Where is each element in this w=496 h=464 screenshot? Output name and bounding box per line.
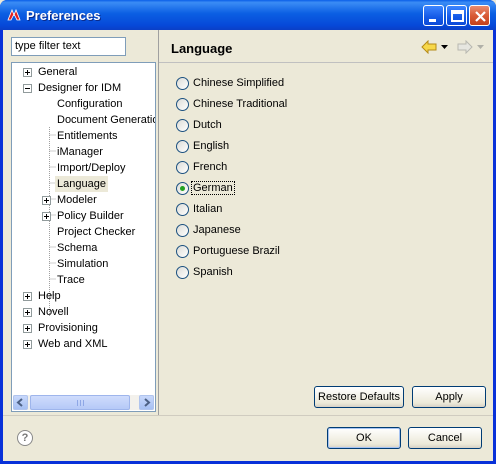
tree-item-schema[interactable]: Schema [12, 240, 155, 256]
tree-item-web-and-xml[interactable]: Web and XML [12, 336, 155, 352]
apply-button[interactable]: Apply [412, 386, 486, 408]
chevron-left-icon [16, 398, 23, 407]
radio-label: Chinese Traditional [193, 98, 288, 110]
preferences-tree: General Designer for IDM Configuration D… [11, 62, 156, 412]
tree-item-label: Policy Builder [57, 210, 124, 222]
dialog-body: type filter text General Designer for ID… [3, 30, 493, 461]
tree-item-label: Help [38, 290, 61, 302]
tree-item-label: Novell [38, 306, 69, 318]
radio-button[interactable] [176, 119, 189, 132]
tree-item-label: Configuration [57, 98, 123, 110]
minimize-icon [429, 19, 436, 22]
expand-icon[interactable] [42, 212, 51, 221]
maximize-icon [451, 10, 464, 22]
radio-button[interactable] [176, 140, 189, 153]
tree-item-label: Language [55, 176, 108, 192]
tree-item-label: Simulation [57, 258, 109, 270]
restore-defaults-button[interactable]: Restore Defaults [314, 386, 404, 408]
tree-item-import-deploy[interactable]: Import/Deploy [12, 160, 155, 176]
back-arrow-icon[interactable] [421, 40, 437, 54]
pane-splitter[interactable] [158, 30, 159, 415]
tree-item-label: Entitlements [57, 130, 118, 142]
tree-item-label: Trace [57, 274, 85, 286]
help-icon[interactable]: ? [17, 430, 33, 446]
radio-button[interactable] [176, 77, 189, 90]
radio-label: Dutch [193, 119, 222, 131]
scroll-left-button[interactable] [13, 395, 28, 410]
expand-icon[interactable] [23, 340, 32, 349]
radio-button[interactable] [176, 266, 189, 279]
radio-label: English [193, 140, 230, 152]
radio-label: Japanese [193, 224, 241, 236]
scroll-thumb[interactable] [30, 395, 130, 410]
thumb-grip [80, 400, 81, 406]
tree-item-trace[interactable]: Trace [12, 272, 155, 288]
tree-item-document-generation[interactable]: Document Generatior [12, 112, 155, 128]
chevron-down-icon[interactable] [441, 45, 448, 49]
tree-item-label: Schema [57, 242, 98, 254]
tree-item-label: Document Generatior [57, 114, 156, 126]
tree-horizontal-scrollbar[interactable] [13, 395, 154, 410]
filter-input[interactable]: type filter text [11, 37, 126, 56]
tree-item-label: Provisioning [38, 322, 98, 334]
tree-item-label: iManager [57, 146, 103, 158]
radio-label: German [191, 181, 235, 195]
radio-label: Spanish [193, 266, 233, 278]
expand-icon[interactable] [23, 292, 32, 301]
expand-icon[interactable] [23, 308, 32, 317]
tree-item-label: Import/Deploy [57, 162, 126, 174]
expand-icon[interactable] [23, 68, 32, 77]
thumb-grip [77, 400, 78, 406]
app-icon [7, 8, 21, 21]
tree-item-imanager[interactable]: iManager [12, 144, 155, 160]
page-header: Language [159, 30, 493, 63]
radio-button[interactable] [176, 161, 189, 174]
tree-item-label: Modeler [57, 194, 97, 206]
tree-item-policy-builder[interactable]: Policy Builder [12, 208, 155, 224]
tree-item-help[interactable]: Help [12, 288, 155, 304]
radio-label: Portuguese Brazil [193, 245, 280, 257]
chevron-down-icon[interactable] [477, 45, 484, 49]
tree-item-general[interactable]: General [12, 64, 155, 80]
maximize-button[interactable] [446, 5, 467, 26]
radio-label: Chinese Simplified [193, 77, 285, 89]
tree-item-language[interactable]: Language [12, 176, 155, 192]
tree-item-configuration[interactable]: Configuration [12, 96, 155, 112]
tree-item-label: General [38, 66, 78, 78]
tree-item-provisioning[interactable]: Provisioning [12, 320, 155, 336]
title-bar[interactable]: Preferences [0, 0, 496, 30]
preferences-window: Preferences type filter text General Des… [0, 0, 496, 464]
thumb-grip [83, 400, 84, 406]
tree-item-entitlements[interactable]: Entitlements [12, 128, 155, 144]
radio-label: French [193, 161, 228, 173]
tree-item-label: Web and XML [38, 338, 108, 350]
radio-label: Italian [193, 203, 223, 215]
close-window-button[interactable] [469, 5, 490, 26]
footer-divider [3, 415, 493, 416]
collapse-icon[interactable] [23, 84, 32, 93]
forward-arrow-icon[interactable] [457, 40, 473, 54]
radio-button-selected[interactable] [176, 182, 189, 195]
tree-item-novell[interactable]: Novell [12, 304, 155, 320]
minimize-button[interactable] [423, 5, 444, 26]
close-icon [475, 11, 486, 22]
expand-icon[interactable] [42, 196, 51, 205]
page-title: Language [171, 41, 233, 56]
tree-item-project-checker[interactable]: Project Checker [12, 224, 155, 240]
tree-item-designer-for-idm[interactable]: Designer for IDM [12, 80, 155, 96]
tree-item-label: Designer for IDM [38, 82, 122, 94]
tree-item-modeler[interactable]: Modeler [12, 192, 155, 208]
ok-button[interactable]: OK [327, 427, 401, 449]
radio-button[interactable] [176, 245, 189, 258]
tree-item-label: Project Checker [57, 226, 136, 238]
window-title: Preferences [26, 8, 101, 23]
cancel-button[interactable]: Cancel [408, 427, 482, 449]
radio-button[interactable] [176, 203, 189, 216]
radio-button[interactable] [176, 98, 189, 111]
tree-item-simulation[interactable]: Simulation [12, 256, 155, 272]
scroll-right-button[interactable] [139, 395, 154, 410]
radio-button[interactable] [176, 224, 189, 237]
expand-icon[interactable] [23, 324, 32, 333]
chevron-right-icon [144, 398, 151, 407]
